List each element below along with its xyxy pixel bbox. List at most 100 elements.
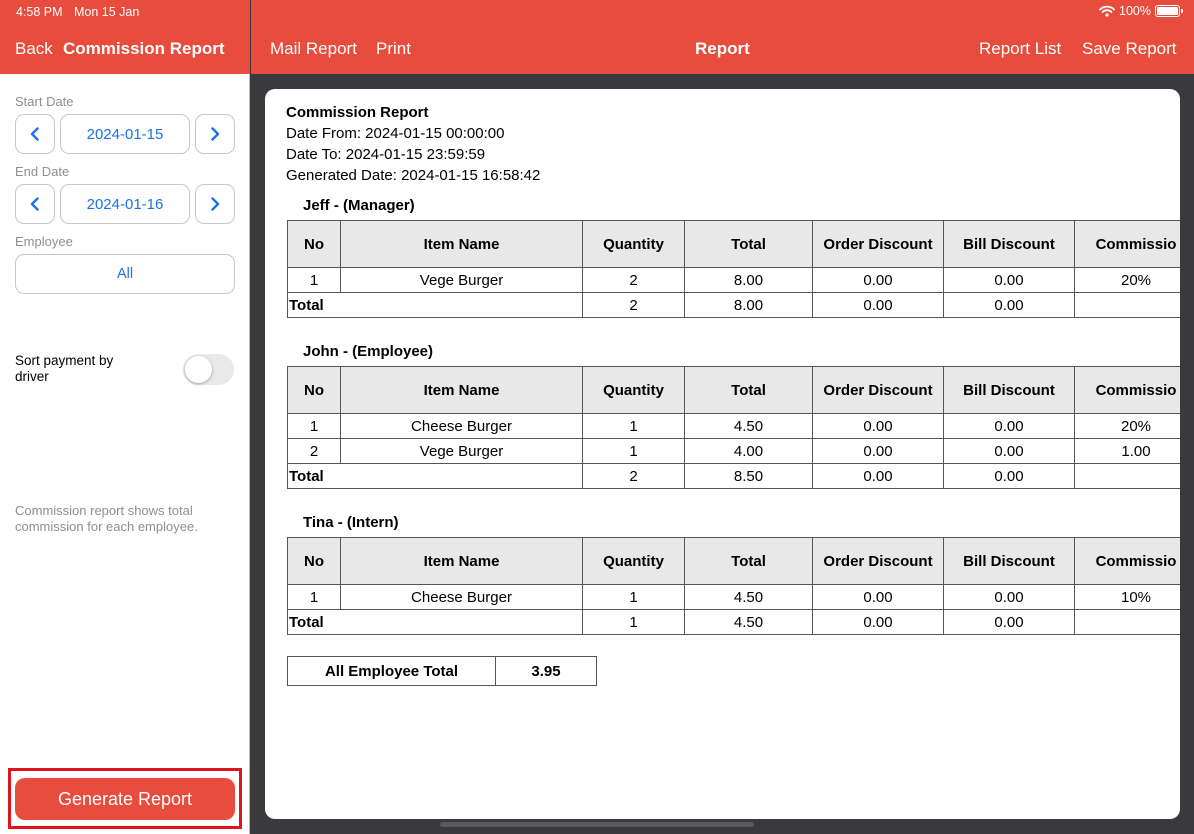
col-quantity-total: 2 <box>582 463 685 489</box>
end-date-prev-button[interactable] <box>15 184 55 224</box>
col-commission-cell: 10% <box>1074 584 1180 610</box>
sort-by-driver-toggle[interactable] <box>183 354 234 385</box>
col-total-cell: 8.00 <box>684 267 813 293</box>
employee-label: Employee <box>15 234 73 249</box>
table-row: 1 Cheese Burger 1 4.50 0.00 0.00 20% <box>287 413 1180 439</box>
table-header-row: No Item Name Quantity Total Order Discount Bi… <box>287 220 1180 268</box>
hint-text: Commission report shows total commission… <box>15 503 198 534</box>
report-date-from: Date From: 2024-01-15 00:00:00 <box>286 125 505 142</box>
report-heading: Commission Report <box>286 104 429 121</box>
col-no-cell: 1 <box>287 413 341 439</box>
commission-table: No Item Name Quantity Total Order Discount Bi… <box>287 220 1180 318</box>
col-bill-discount-cell: 0.00 <box>943 267 1075 293</box>
col-item-name-header: Item Name <box>340 366 583 414</box>
end-date-field[interactable]: 2024-01-16 <box>60 184 190 224</box>
end-date-next-button[interactable] <box>195 184 235 224</box>
col-item-name-cell: Cheese Burger <box>340 413 583 439</box>
employee-heading: John - (Employee) <box>303 343 434 360</box>
end-date-label: End Date <box>15 164 70 179</box>
col-total-total: 8.00 <box>684 292 813 318</box>
col-bill-discount-header: Bill Discount <box>943 537 1075 585</box>
col-quantity-cell: 1 <box>582 413 685 439</box>
table-row: 1 Vege Burger 2 8.00 0.00 0.00 20% <box>287 267 1180 293</box>
start-date-field[interactable]: 2024-01-15 <box>60 114 190 154</box>
col-commission-header: Commissio <box>1074 366 1180 414</box>
col-bill-discount-header: Bill Discount <box>943 220 1075 268</box>
battery-percent: 100% <box>1119 4 1151 18</box>
total-label: Total <box>287 292 583 318</box>
col-item-name-cell: Cheese Burger <box>340 584 583 610</box>
chevron-right-icon <box>211 197 220 211</box>
col-commission-header: Commissio <box>1074 220 1180 268</box>
col-commission-header: Commissio <box>1074 537 1180 585</box>
total-row: Total 2 8.00 0.00 0.00 <box>287 292 1180 318</box>
col-order-discount-cell: 0.00 <box>812 413 944 439</box>
col-bill-discount-header: Bill Discount <box>943 366 1075 414</box>
table-header-row: No Item Name Quantity Total Order Discount Bi… <box>287 537 1180 585</box>
col-commission-cell: 20% <box>1074 413 1180 439</box>
col-quantity-header: Quantity <box>582 366 685 414</box>
col-total-total: 8.50 <box>684 463 813 489</box>
start-date-next-button[interactable] <box>195 114 235 154</box>
col-bill-discount-cell: 0.00 <box>943 438 1075 464</box>
total-label: Total <box>287 609 583 635</box>
print-button[interactable]: Print <box>376 39 411 59</box>
chevron-left-icon <box>30 127 39 141</box>
col-order-discount-header: Order Discount <box>812 537 944 585</box>
commission-table: No Item Name Quantity Total Order Discount Bi… <box>287 366 1180 489</box>
col-no-cell: 2 <box>287 438 341 464</box>
chevron-right-icon <box>211 127 220 141</box>
col-bill-discount-cell: 0.00 <box>943 413 1075 439</box>
toggle-knob <box>185 356 212 383</box>
employee-heading: Jeff - (Manager) <box>303 197 415 214</box>
col-order-discount-cell: 0.00 <box>812 584 944 610</box>
generate-report-button[interactable]: Generate Report <box>15 778 235 820</box>
col-total-cell: 4.00 <box>684 438 813 464</box>
col-no-header: No <box>287 537 341 585</box>
back-button[interactable]: Back <box>15 39 53 59</box>
col-quantity-cell: 2 <box>582 267 685 293</box>
left-nav-bar: 4:58 PM Mon 15 Jan Back Commission Repor… <box>0 0 250 74</box>
col-bill-discount-total: 0.00 <box>943 292 1075 318</box>
col-order-discount-cell: 0.00 <box>812 438 944 464</box>
start-date-prev-button[interactable] <box>15 114 55 154</box>
col-order-discount-header: Order Discount <box>812 220 944 268</box>
grand-total-label: All Employee Total <box>287 656 496 686</box>
mail-report-button[interactable]: Mail Report <box>270 39 357 59</box>
wifi-icon <box>1099 5 1115 17</box>
home-indicator <box>440 822 754 827</box>
report-title: Report <box>695 39 750 58</box>
col-bill-discount-total: 0.00 <box>943 463 1075 489</box>
report-date-to: Date To: 2024-01-15 23:59:59 <box>286 146 486 163</box>
report-sheet[interactable]: Commission Report Date From: 2024-01-15 … <box>265 89 1180 819</box>
grand-total-table: All Employee Total 3.95 <box>287 656 597 686</box>
col-total-header: Total <box>684 220 813 268</box>
col-quantity-total: 1 <box>582 609 685 635</box>
status-time: 4:58 PM <box>16 5 63 19</box>
col-commission-total <box>1074 463 1180 489</box>
panel-title: Commission Report <box>63 39 225 58</box>
table-header-row: No Item Name Quantity Total Order Discount Bi… <box>287 366 1180 414</box>
col-order-discount-header: Order Discount <box>812 366 944 414</box>
col-total-cell: 4.50 <box>684 584 813 610</box>
employee-heading: Tina - (Intern) <box>303 514 399 531</box>
save-report-button[interactable]: Save Report <box>1082 39 1177 59</box>
grand-total-value: 3.95 <box>495 656 597 686</box>
employee-select[interactable]: All <box>15 254 235 294</box>
col-commission-cell: 1.00 <box>1074 438 1180 464</box>
col-quantity-header: Quantity <box>582 537 685 585</box>
col-quantity-cell: 1 <box>582 584 685 610</box>
report-nav-bar: Mail Report Print Report Report List Sav… <box>251 0 1194 74</box>
col-item-name-header: Item Name <box>340 220 583 268</box>
report-list-button[interactable]: Report List <box>979 39 1061 59</box>
status-date: Mon 15 Jan <box>74 5 140 19</box>
col-commission-total <box>1074 609 1180 635</box>
col-commission-total <box>1074 292 1180 318</box>
col-no-header: No <box>287 220 341 268</box>
col-no-header: No <box>287 366 341 414</box>
col-total-header: Total <box>684 366 813 414</box>
start-date-label: Start Date <box>15 94 74 109</box>
col-total-cell: 4.50 <box>684 413 813 439</box>
table-row: 1 Cheese Burger 1 4.50 0.00 0.00 10% <box>287 584 1180 610</box>
total-label: Total <box>287 463 583 489</box>
